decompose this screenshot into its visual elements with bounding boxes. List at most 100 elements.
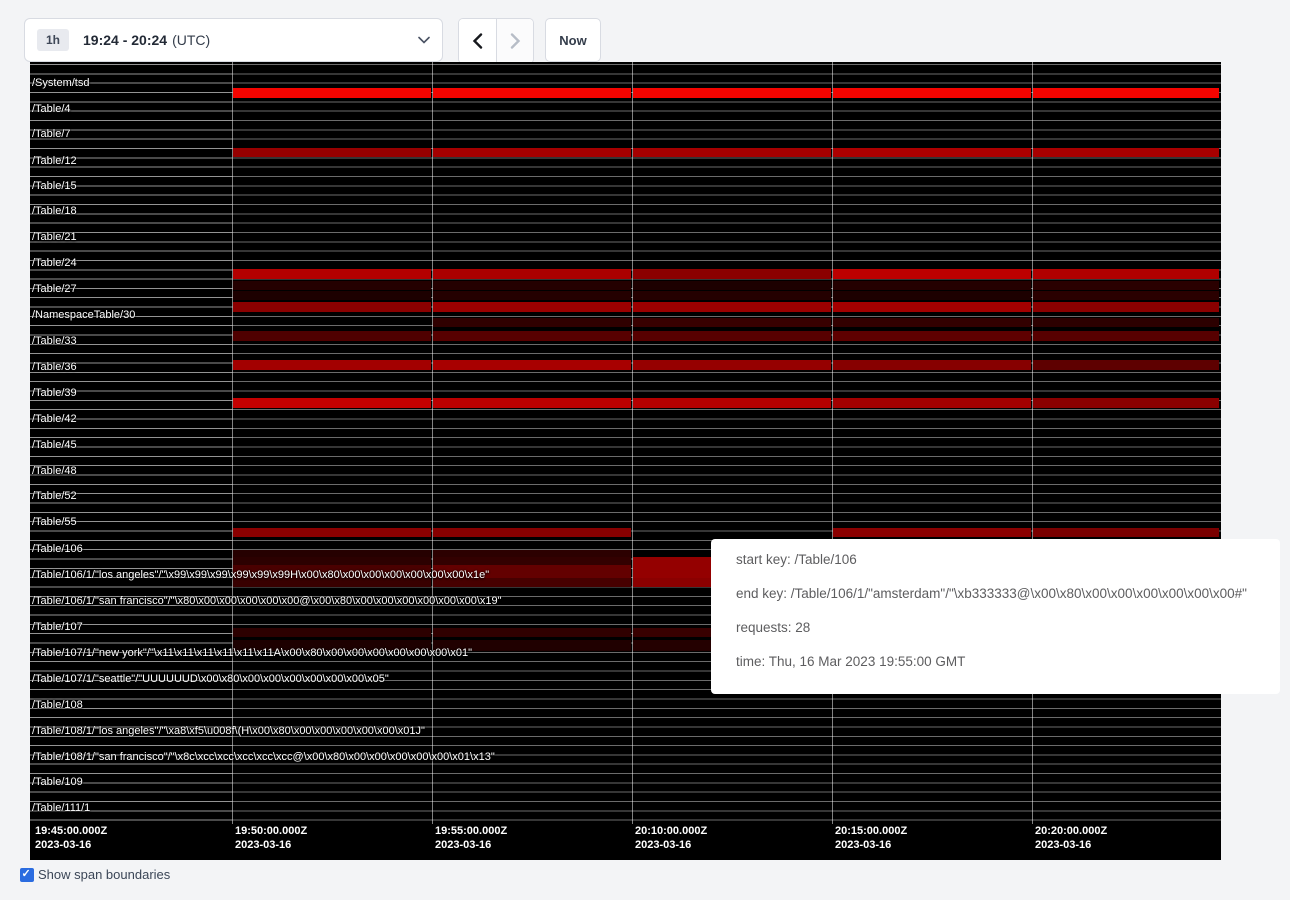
heat-band-segment[interactable]	[233, 331, 431, 341]
heat-band-segment[interactable]	[833, 360, 1031, 370]
heat-band-segment[interactable]	[833, 528, 1031, 537]
time-gridline	[632, 62, 633, 824]
heat-band-segment[interactable]	[1033, 360, 1219, 370]
range-duration-chip: 1h	[37, 29, 69, 51]
heat-band-segment[interactable]	[233, 360, 431, 370]
heat-band-segment[interactable]	[833, 398, 1031, 408]
heat-band-segment[interactable]	[433, 88, 631, 98]
row-label: /Table/106/1/"san francisco"/"\x80\x00\x…	[32, 594, 502, 608]
heat-band-segment[interactable]	[833, 291, 1031, 300]
heat-band-segment[interactable]	[233, 557, 431, 565]
heat-band-segment[interactable]	[633, 281, 831, 290]
time-range-selector[interactable]: 1h 19:24 - 20:24 (UTC)	[24, 18, 443, 62]
row-label: /Table/15	[32, 179, 77, 193]
heat-band-segment[interactable]	[433, 148, 631, 157]
row-label: /Table/7	[32, 127, 71, 141]
heat-band-segment[interactable]	[833, 148, 1031, 157]
key-visualizer-canvas[interactable]: /System/tsd/Table/4/Table/7/Table/12/Tab…	[30, 62, 1221, 860]
heat-band-segment[interactable]	[1033, 398, 1219, 408]
show-span-boundaries-label: Show span boundaries	[38, 867, 170, 882]
heat-band-segment[interactable]	[433, 628, 631, 637]
row-label: /Table/55	[32, 515, 77, 529]
heat-band-segment[interactable]	[433, 318, 631, 327]
heat-band-segment[interactable]	[433, 291, 631, 300]
chevron-left-icon	[472, 33, 483, 49]
heat-band-segment[interactable]	[233, 88, 431, 98]
heat-band-segment[interactable]	[1033, 269, 1219, 279]
heat-band-segment[interactable]	[633, 302, 831, 312]
heat-band-segment[interactable]	[833, 281, 1031, 290]
heat-band-segment[interactable]	[233, 398, 431, 408]
heat-band-segment[interactable]	[1033, 302, 1219, 312]
time-gridline	[1032, 62, 1033, 824]
heat-band-segment[interactable]	[233, 269, 431, 279]
heat-band-segment[interactable]	[833, 302, 1031, 312]
next-time-button[interactable]	[496, 19, 533, 63]
heat-band-segment[interactable]	[633, 398, 831, 408]
now-button[interactable]: Now	[545, 18, 601, 62]
heat-band-segment[interactable]	[633, 318, 831, 327]
heat-band-segment[interactable]	[433, 528, 631, 537]
heat-band-segment[interactable]	[1033, 281, 1219, 290]
chevron-down-icon	[418, 36, 430, 44]
heat-band-segment[interactable]	[433, 302, 631, 312]
span-boundaries-control: Show span boundaries	[20, 867, 170, 882]
row-label: /Table/24	[32, 256, 77, 270]
heat-band-segment[interactable]	[633, 269, 831, 279]
row-label: /Table/108/1/"san francisco"/"\x8c\xcc\x…	[32, 750, 495, 764]
heat-band-segment[interactable]	[1033, 318, 1219, 327]
bucket-tooltip: start key: /Table/106 end key: /Table/10…	[711, 539, 1280, 694]
row-label: /Table/52	[32, 489, 77, 503]
axis-tick: 19:50:00.000Z2023-03-16	[232, 824, 307, 852]
tooltip-start-key: start key: /Table/106	[736, 543, 1280, 577]
row-label: /Table/4	[32, 102, 71, 116]
heat-band-segment[interactable]	[633, 360, 831, 370]
time-gridline	[432, 62, 433, 824]
heat-band-segment[interactable]	[833, 331, 1031, 341]
heat-band-segment[interactable]	[433, 398, 631, 408]
heat-band-segment[interactable]	[233, 628, 431, 637]
row-label: /Table/109	[32, 775, 83, 789]
heat-band-segment[interactable]	[233, 148, 431, 157]
heat-band-segment[interactable]	[233, 302, 431, 312]
heat-band-segment[interactable]	[833, 269, 1031, 279]
row-label: /Table/42	[32, 412, 77, 426]
row-label: /Table/27	[32, 282, 77, 296]
heat-band-segment[interactable]	[233, 550, 431, 557]
time-gridline	[832, 62, 833, 824]
heat-band-segment[interactable]	[1033, 88, 1219, 98]
heat-band-segment[interactable]	[633, 331, 831, 341]
chevron-right-icon	[510, 33, 521, 49]
heat-band-segment[interactable]	[833, 318, 1031, 327]
heat-band-segment[interactable]	[633, 148, 831, 157]
heat-band-segment[interactable]	[633, 88, 831, 98]
show-span-boundaries-checkbox[interactable]	[20, 868, 34, 882]
row-label: /Table/108	[32, 698, 83, 712]
heat-band-segment[interactable]	[433, 281, 631, 290]
heat-band-segment[interactable]	[233, 291, 431, 300]
heat-band-segment[interactable]	[1033, 291, 1219, 300]
row-label: /Table/36	[32, 360, 77, 374]
prev-time-button[interactable]	[459, 19, 496, 63]
tooltip-time: time: Thu, 16 Mar 2023 19:55:00 GMT	[736, 645, 1280, 679]
heat-band-segment[interactable]	[1033, 331, 1219, 341]
row-label: /Table/107	[32, 620, 83, 634]
heat-band-segment[interactable]	[433, 331, 631, 341]
heat-band-segment[interactable]	[433, 550, 631, 557]
heat-band-segment[interactable]	[833, 88, 1031, 98]
heat-band-segment[interactable]	[633, 291, 831, 300]
heat-band-segment[interactable]	[433, 269, 631, 279]
heat-band-segment[interactable]	[433, 360, 631, 370]
heat-band-segment[interactable]	[233, 281, 431, 290]
time-gridline	[232, 62, 233, 824]
axis-tick: 19:55:00.000Z2023-03-16	[432, 824, 507, 852]
heat-band-segment[interactable]	[433, 557, 631, 565]
row-label: /Table/111/1	[32, 801, 90, 815]
row-label: /Table/107/1/"new york"/"\x11\x11\x11\x1…	[32, 646, 472, 660]
heat-band-segment[interactable]	[1033, 148, 1219, 157]
row-label: /NamespaceTable/30	[32, 308, 135, 322]
row-label: /Table/18	[32, 204, 77, 218]
heat-band-segment[interactable]	[233, 528, 431, 537]
row-label: /Table/108/1/"los angeles"/"\xa8\xf5\u00…	[32, 724, 425, 738]
heat-band-segment[interactable]	[1033, 528, 1219, 537]
